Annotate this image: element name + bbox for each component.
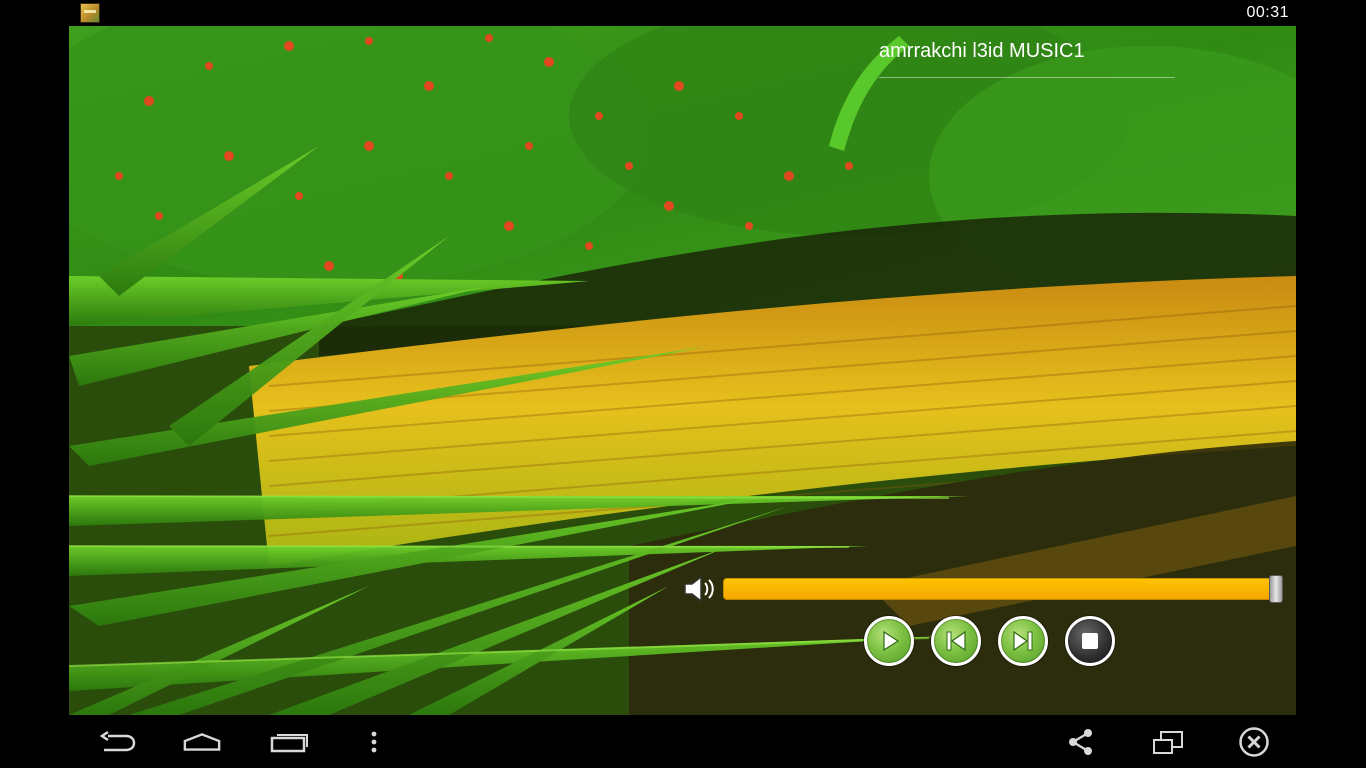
- volume-slider-thumb[interactable]: [1269, 575, 1283, 603]
- home-button[interactable]: [182, 725, 222, 759]
- status-clock: 00:31: [1246, 4, 1289, 21]
- play-button[interactable]: [864, 616, 914, 666]
- next-button[interactable]: [998, 616, 1048, 666]
- share-button[interactable]: [1061, 725, 1101, 759]
- navigation-bar: [0, 715, 1366, 768]
- menu-icon: [371, 731, 377, 753]
- menu-button[interactable]: [354, 725, 394, 759]
- home-icon: [183, 733, 221, 751]
- skip-next-icon: [1013, 630, 1033, 652]
- back-icon: [99, 730, 136, 752]
- recent-apps-button[interactable]: [269, 725, 309, 759]
- track-title-area: amrrakchi l3id MUSIC1: [879, 40, 1175, 78]
- skip-previous-icon: [946, 630, 966, 652]
- stop-icon: [1082, 633, 1098, 649]
- volume-slider[interactable]: [723, 575, 1283, 603]
- volume-slider-fill: [723, 578, 1276, 600]
- track-title: amrrakchi l3id MUSIC1: [879, 40, 1085, 62]
- player-background: amrrakchi l3id MUSIC1: [69, 26, 1296, 715]
- previous-button[interactable]: [931, 616, 981, 666]
- window-icon: [1153, 731, 1183, 754]
- playback-controls: [864, 616, 1115, 666]
- app-notification-icon: [80, 3, 100, 23]
- speaker-icon[interactable]: [682, 574, 718, 604]
- stop-button[interactable]: [1065, 616, 1115, 666]
- back-button[interactable]: [98, 725, 138, 759]
- close-icon: [1239, 727, 1269, 757]
- status-bar: 00:31: [0, 0, 1366, 26]
- window-button[interactable]: [1148, 725, 1188, 759]
- share-icon: [1069, 729, 1092, 755]
- play-icon: [883, 630, 900, 652]
- close-button[interactable]: [1234, 725, 1274, 759]
- recent-apps-icon: [270, 734, 308, 753]
- background-image: [69, 26, 1296, 715]
